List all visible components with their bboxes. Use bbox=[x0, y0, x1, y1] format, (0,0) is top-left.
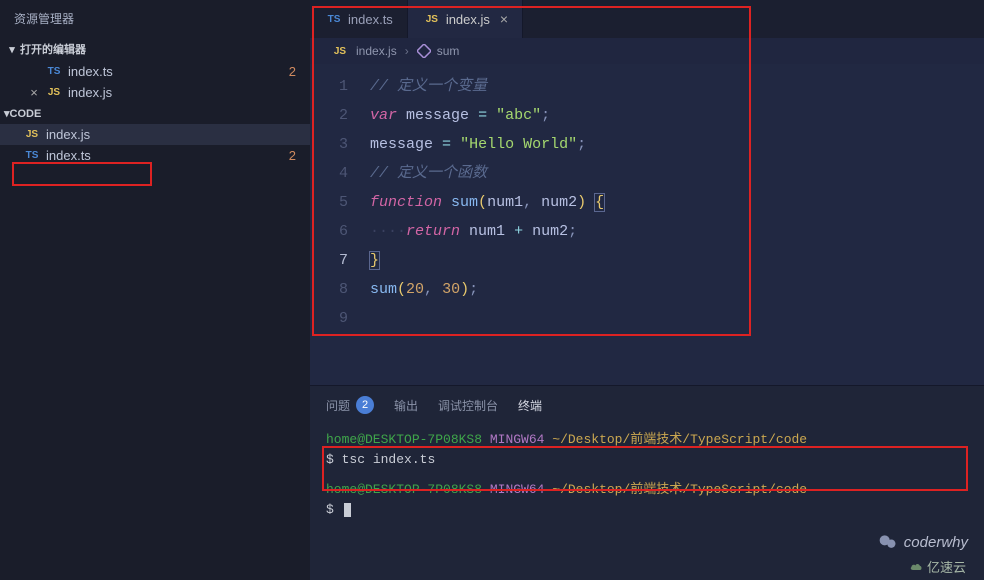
line-number: 4 bbox=[310, 159, 370, 188]
breadcrumb-file: index.js bbox=[356, 44, 397, 58]
code-line: 5function sum(num1, num2) { bbox=[310, 188, 984, 217]
method-icon bbox=[417, 44, 431, 58]
editor-tab[interactable]: TS index.ts bbox=[310, 0, 408, 38]
line-number: 7 bbox=[310, 246, 370, 275]
open-editor-item[interactable]: × JS index.js bbox=[0, 82, 310, 103]
file-name: index.ts bbox=[46, 148, 91, 163]
terminal-line: $ bbox=[326, 500, 968, 520]
file-tree-item[interactable]: JS index.js bbox=[0, 124, 310, 145]
open-editor-item[interactable]: TS index.ts 2 bbox=[0, 61, 310, 82]
breadcrumb[interactable]: JS index.js › sum bbox=[310, 38, 984, 64]
open-editors-list: TS index.ts 2 × JS index.js bbox=[0, 61, 310, 103]
js-icon: JS bbox=[330, 46, 350, 57]
terminal[interactable]: home@DESKTOP-7P08KS8 MINGW64 ~/Desktop/前… bbox=[310, 424, 984, 580]
line-number: 5 bbox=[310, 188, 370, 217]
terminal-cursor bbox=[344, 503, 351, 517]
code-line: 8sum(20, 30); bbox=[310, 275, 984, 304]
code-line: 4// 定义一个函数 bbox=[310, 159, 984, 188]
line-number: 6 bbox=[310, 217, 370, 246]
code-editor[interactable]: 1// 定义一个变量2var message = "abc";3message … bbox=[310, 64, 984, 385]
open-editors-header[interactable]: ▾ 打开的编辑器 bbox=[0, 37, 310, 61]
explorer-title: 资源管理器 bbox=[0, 0, 310, 37]
code-line: 6····return num1 + num2; bbox=[310, 217, 984, 246]
tab-label: index.ts bbox=[348, 12, 393, 27]
tab-label: index.js bbox=[446, 12, 490, 27]
js-icon: JS bbox=[422, 14, 442, 25]
code-content: // 定义一个函数 bbox=[370, 159, 487, 188]
panel-tabs: 问题 2 输出 调试控制台 终端 bbox=[310, 386, 984, 424]
terminal-line: home@DESKTOP-7P08KS8 MINGW64 ~/Desktop/前… bbox=[326, 430, 968, 450]
panel-tab-terminal[interactable]: 终端 bbox=[518, 397, 542, 414]
ts-icon: TS bbox=[324, 14, 344, 25]
line-number: 9 bbox=[310, 304, 370, 333]
terminal-line: $ tsc index.ts bbox=[326, 450, 968, 470]
close-icon[interactable]: × bbox=[24, 85, 44, 100]
code-content: // 定义一个变量 bbox=[370, 72, 487, 101]
js-icon: JS bbox=[22, 129, 42, 140]
ts-icon: TS bbox=[44, 66, 64, 77]
code-content: } bbox=[370, 246, 379, 275]
file-name: index.ts bbox=[68, 64, 113, 79]
editor-tab[interactable]: JS index.js × bbox=[408, 0, 523, 38]
line-number: 3 bbox=[310, 130, 370, 159]
code-line: 7} bbox=[310, 246, 984, 275]
code-content: ····return num1 + num2; bbox=[370, 217, 577, 246]
code-line: 1// 定义一个变量 bbox=[310, 72, 984, 101]
footer-logo: 亿速云 bbox=[909, 557, 966, 576]
line-number: 1 bbox=[310, 72, 370, 101]
modified-badge: 2 bbox=[289, 64, 296, 79]
ts-icon: TS bbox=[22, 150, 42, 161]
code-line: 2var message = "abc"; bbox=[310, 101, 984, 130]
explorer-sidebar: 资源管理器 ▾ 打开的编辑器 TS index.ts 2 × JS index.… bbox=[0, 0, 310, 580]
code-line: 3message = "Hello World"; bbox=[310, 130, 984, 159]
tab-bar: TS index.ts JS index.js × bbox=[310, 0, 984, 38]
code-section-label: CODE bbox=[10, 108, 42, 120]
cloud-icon bbox=[909, 560, 923, 574]
wechat-icon bbox=[878, 532, 898, 552]
chevron-down-icon: ▾ bbox=[4, 43, 20, 56]
open-editors-label: 打开的编辑器 bbox=[20, 41, 86, 57]
panel-tab-output[interactable]: 输出 bbox=[394, 397, 418, 414]
file-tree-item[interactable]: TS index.ts 2 bbox=[0, 145, 310, 166]
js-icon: JS bbox=[44, 87, 64, 98]
code-content: sum(20, 30); bbox=[370, 275, 478, 304]
line-number: 2 bbox=[310, 101, 370, 130]
line-number: 8 bbox=[310, 275, 370, 304]
file-name: index.js bbox=[68, 85, 112, 100]
close-tab-icon[interactable]: × bbox=[500, 11, 508, 27]
code-line: 9 bbox=[310, 304, 984, 333]
code-content: var message = "abc"; bbox=[370, 101, 550, 130]
modified-badge: 2 bbox=[289, 148, 296, 163]
panel-tab-debug-console[interactable]: 调试控制台 bbox=[438, 397, 498, 414]
file-name: index.js bbox=[46, 127, 90, 142]
breadcrumb-symbol: sum bbox=[437, 44, 460, 58]
breadcrumb-sep: › bbox=[405, 44, 409, 58]
code-files-list: JS index.js TS index.ts 2 bbox=[0, 124, 310, 166]
code-content: message = "Hello World"; bbox=[370, 130, 586, 159]
code-section-header[interactable]: ▾ CODE bbox=[0, 103, 310, 124]
terminal-line: home@DESKTOP-7P08KS8 MINGW64 ~/Desktop/前… bbox=[326, 480, 968, 500]
code-content: function sum(num1, num2) { bbox=[370, 188, 604, 217]
editor-main: TS index.ts JS index.js × JS index.js › … bbox=[310, 0, 984, 580]
watermark: coderwhy bbox=[878, 532, 968, 552]
panel-tab-problems[interactable]: 问题 2 bbox=[326, 396, 374, 414]
problems-count-badge: 2 bbox=[356, 396, 374, 414]
